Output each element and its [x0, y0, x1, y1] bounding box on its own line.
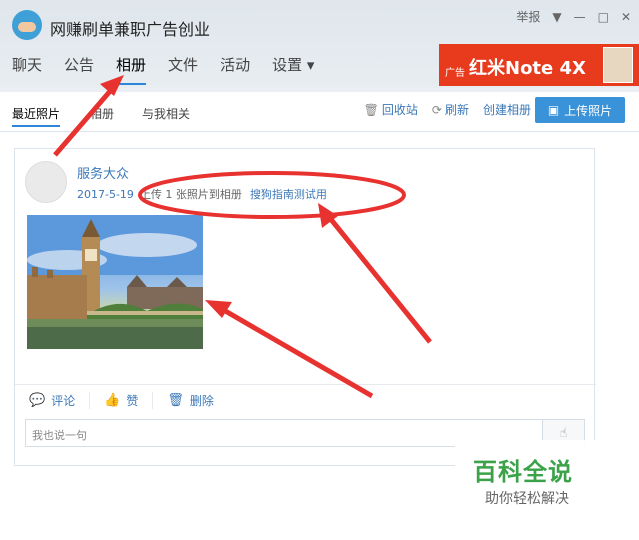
tab-chat[interactable]: 聊天 — [12, 54, 42, 81]
menu-dropdown-icon[interactable]: ▼ — [552, 10, 561, 24]
tab-album[interactable]: 相册 — [116, 54, 147, 85]
recycle-bin-button[interactable]: 🗑 回收站 — [364, 101, 418, 118]
tab-settings[interactable]: 设置 ▾ — [272, 54, 314, 81]
user-avatar[interactable] — [25, 161, 67, 203]
album-subnav: 最近照片 相册 与我相关 🗑 回收站 ⟳ 刷新 创建相册 ▣ 上传照片 — [0, 92, 639, 132]
refresh-icon: ⟳ — [431, 103, 442, 117]
photo-post-card: 服务大众 2017-5-19 上传 1 张照片到相册 搜狗指南测试用 💬 评论 … — [14, 148, 596, 466]
ad-tag: 广告 — [445, 68, 465, 79]
album-link[interactable]: 搜狗指南测试用 — [250, 188, 327, 201]
watermark-subtitle: 助你轻松解决 — [485, 491, 569, 507]
post-actions: 💬 评论 👍 赞 🗑 删除 — [15, 384, 596, 416]
big-ben-photo-graphic — [27, 215, 203, 349]
like-button[interactable]: 👍 赞 — [90, 392, 154, 409]
group-title: 网赚刷单兼职广告创业 — [50, 20, 211, 39]
upload-photo-button[interactable]: ▣ 上传照片 — [535, 97, 625, 123]
post-photo[interactable] — [27, 215, 203, 349]
create-album-button[interactable]: 创建相册 — [483, 101, 531, 118]
post-meta: 2017-5-19 上传 1 张照片到相册 搜狗指南测试用 — [77, 186, 327, 202]
ad-banner[interactable]: 广告 红米Note 4X — [439, 44, 639, 86]
comment-icon: 💬 — [29, 393, 46, 408]
minimize-icon[interactable]: — — [574, 10, 586, 24]
refresh-button[interactable]: ⟳ 刷新 — [432, 101, 469, 118]
user-name[interactable]: 服务大众 — [77, 163, 129, 182]
post-date: 2017-5-19 — [77, 188, 134, 201]
maximize-icon[interactable]: □ — [598, 10, 609, 24]
trash-icon: 🗑 — [167, 393, 184, 408]
tab-activity[interactable]: 活动 — [220, 54, 250, 81]
report-link[interactable]: 举报 — [516, 8, 540, 25]
thumbs-up-icon: 👍 — [104, 393, 121, 408]
post-text: 上传 1 张照片到相册 — [139, 188, 242, 201]
tab-notice[interactable]: 公告 — [64, 54, 94, 81]
album-actions: 🗑 回收站 ⟳ 刷新 创建相册 — [364, 101, 531, 118]
delete-label: 删除 — [189, 394, 214, 408]
watermark-title: 百科全说 — [473, 458, 573, 486]
upload-photo-label: 上传照片 — [564, 103, 613, 118]
trash-icon: 🗑 — [363, 103, 379, 117]
group-avatar[interactable] — [12, 10, 42, 40]
subtab-albums[interactable]: 相册 — [90, 105, 114, 122]
like-label: 赞 — [126, 394, 139, 408]
subtab-related-to-me[interactable]: 与我相关 — [142, 105, 190, 122]
watermark: 百科全说 助你轻松解决 — [455, 440, 613, 516]
subtab-recent-photos[interactable]: 最近照片 — [12, 105, 61, 127]
main-tabs: 聊天 公告 相册 文件 活动 设置 ▾ — [12, 54, 314, 85]
recycle-bin-label: 回收站 — [381, 103, 418, 117]
delete-button[interactable]: 🗑 删除 — [153, 392, 228, 409]
window-controls: 举报 ▼ — □ ✕ — [516, 8, 631, 25]
app-window: 网赚刷单兼职广告创业 举报 ▼ — □ ✕ 聊天 公告 相册 文件 活动 设置 … — [0, 0, 639, 540]
comment-label: 评论 — [51, 394, 76, 408]
ad-text: 红米Note 4X — [469, 58, 586, 79]
comment-button[interactable]: 💬 评论 — [15, 392, 91, 409]
title-bar: 网赚刷单兼职广告创业 举报 ▼ — □ ✕ 聊天 公告 相册 文件 活动 设置 … — [0, 0, 639, 88]
pointer-hand-icon: ☝ — [559, 425, 568, 441]
reply-placeholder: 我也说一句 — [32, 429, 87, 442]
tab-files[interactable]: 文件 — [168, 54, 198, 81]
close-icon[interactable]: ✕ — [621, 10, 631, 24]
ad-person-image — [603, 47, 633, 83]
image-icon: ▣ — [547, 103, 560, 117]
refresh-label: 刷新 — [444, 103, 469, 117]
